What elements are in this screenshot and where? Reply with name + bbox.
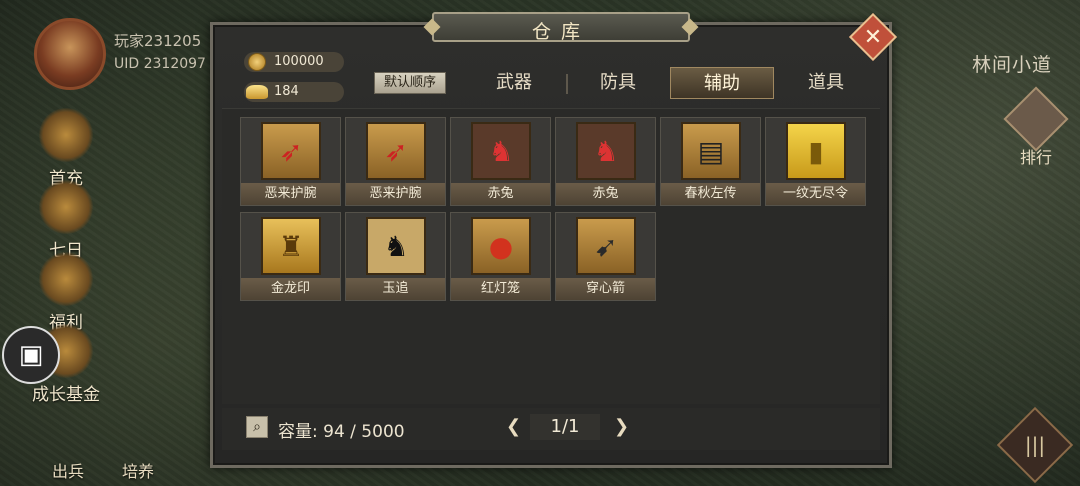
ingot-icon [246, 85, 268, 99]
item-name: 赤兔 [451, 183, 550, 205]
ingot-balance: 184 [244, 82, 344, 102]
capacity-value: 94 / 5000 [323, 422, 405, 442]
pagination: ❮ 1/1 ❯ [498, 414, 698, 442]
ingot-amount: 184 [274, 84, 299, 99]
red-horse-icon: ♞ [471, 122, 531, 180]
first-charge-icon [39, 108, 93, 162]
item-name: 恶来护腕 [241, 183, 340, 205]
location-label: 林间小道 [971, 54, 1052, 76]
player-avatar[interactable] [34, 18, 106, 90]
item-slot[interactable]: ➹ 穿心箭 [555, 212, 656, 301]
tab-armor[interactable]: 防具 [566, 67, 670, 99]
capacity-label: 容量: [278, 422, 318, 442]
player-info[interactable]: 玩家231205 UID 2312097 [30, 18, 220, 90]
close-icon: ✕ [863, 24, 883, 50]
item-name: 红灯笼 [451, 278, 550, 300]
search-icon: ⌕ [253, 419, 261, 435]
item-slot[interactable]: ▮ 一纹无尽令 [765, 117, 866, 206]
item-slot[interactable]: ▤ 春秋左传 [660, 117, 761, 206]
side-item-seven-days[interactable]: 七日 [28, 180, 104, 261]
tab-props[interactable]: 道具 [774, 67, 878, 99]
item-name: 赤兔 [556, 183, 655, 205]
warehouse-panel: 仓库 ✕ 100000 184 默认顺序 武器 防具 辅助 道具 ➶ 恶来护腕 … [204, 12, 898, 474]
player-name: 玩家231205 [114, 32, 202, 50]
capacity-display: 容量: 94 / 5000 [278, 417, 405, 442]
item-slot[interactable]: ♞ 玉追 [345, 212, 446, 301]
gift-icon [39, 252, 93, 306]
player-uid: UID 2312097 [114, 56, 206, 72]
item-slot[interactable]: ➶ 恶来护腕 [240, 117, 341, 206]
red-horse-icon: ♞ [576, 122, 636, 180]
side-item-first-charge[interactable]: 首充 [28, 108, 104, 189]
item-slot[interactable]: ➶ 恶来护腕 [345, 117, 446, 206]
item-grid: ➶ 恶来护腕 ➶ 恶来护腕 ♞ 赤兔 ♞ 赤兔 ▤ 春秋左传 ▮ 一纹无尽令 ♜… [222, 108, 880, 404]
scroll-icon [39, 180, 93, 234]
wristguard-icon: ➶ [261, 122, 321, 180]
tab-auxiliary[interactable]: 辅助 [670, 67, 774, 99]
scroll-book-icon: ▤ [681, 122, 741, 180]
item-name: 穿心箭 [556, 278, 655, 300]
ranking-icon [1003, 86, 1069, 152]
warehouse-shortcut-button[interactable]: ▣ [2, 326, 60, 384]
tab-weapons[interactable]: 武器 [462, 67, 566, 99]
panel-title: 仓库 [531, 21, 590, 43]
item-name: 玉追 [346, 278, 445, 300]
golden-token-icon: ▮ [786, 122, 846, 180]
next-page-icon[interactable]: ❯ [614, 416, 629, 437]
item-slot[interactable]: ♞ 赤兔 [555, 117, 656, 206]
item-name: 一纹无尽令 [766, 183, 865, 205]
page-indicator: 1/1 [530, 414, 600, 440]
cube-icon: ▣ [18, 340, 44, 370]
item-name: 春秋左传 [661, 183, 760, 205]
search-button[interactable]: ⌕ [246, 416, 268, 438]
item-name: 恶来护腕 [346, 183, 445, 205]
title-bar: 仓库 [432, 12, 690, 43]
bottom-item-dispatch[interactable]: 出兵 [52, 458, 84, 482]
bottom-item-train[interactable]: 培养 [122, 458, 154, 482]
golden-dragon-seal-icon: ♜ [261, 217, 321, 275]
sort-order-button[interactable]: 默认顺序 [374, 72, 446, 94]
item-slot[interactable]: ● 红灯笼 [450, 212, 551, 301]
side-item-welfare[interactable]: 福利 [28, 252, 104, 333]
menu-icon: ||| [1024, 433, 1046, 457]
panel-footer: ⌕ 容量: 94 / 5000 ❮ 1/1 ❯ [222, 408, 880, 450]
arrow-icon: ➹ [576, 217, 636, 275]
item-slot[interactable]: ♜ 金龙印 [240, 212, 341, 301]
coin-icon [248, 53, 266, 71]
item-name: 金龙印 [241, 278, 340, 300]
coin-balance: 100000 [244, 52, 344, 72]
prev-page-icon[interactable]: ❮ [506, 416, 521, 437]
item-slot[interactable]: ♞ 赤兔 [450, 117, 551, 206]
wristguard-icon: ➶ [366, 122, 426, 180]
red-lantern-icon: ● [471, 217, 531, 275]
coin-amount: 100000 [274, 54, 324, 69]
ranking-button[interactable]: 排行 [1003, 86, 1069, 168]
side-item-label: 成长基金 [32, 385, 100, 405]
black-horse-icon: ♞ [366, 217, 426, 275]
